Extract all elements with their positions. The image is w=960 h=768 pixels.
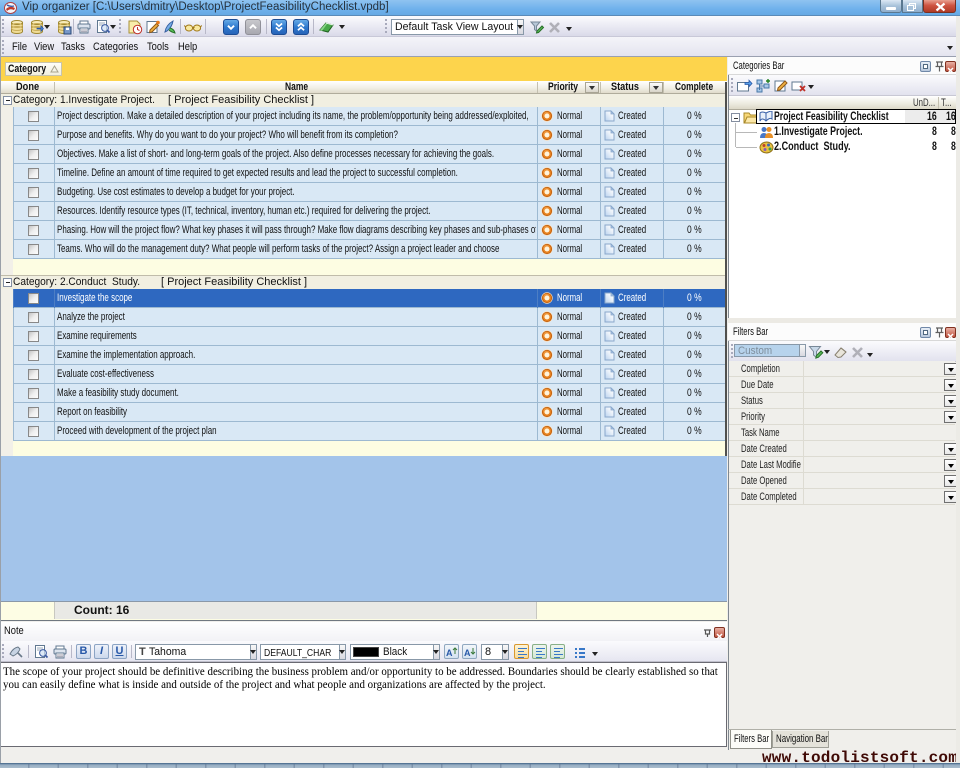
svg-text:A: A [464, 648, 471, 658]
svg-text:A: A [446, 648, 453, 658]
